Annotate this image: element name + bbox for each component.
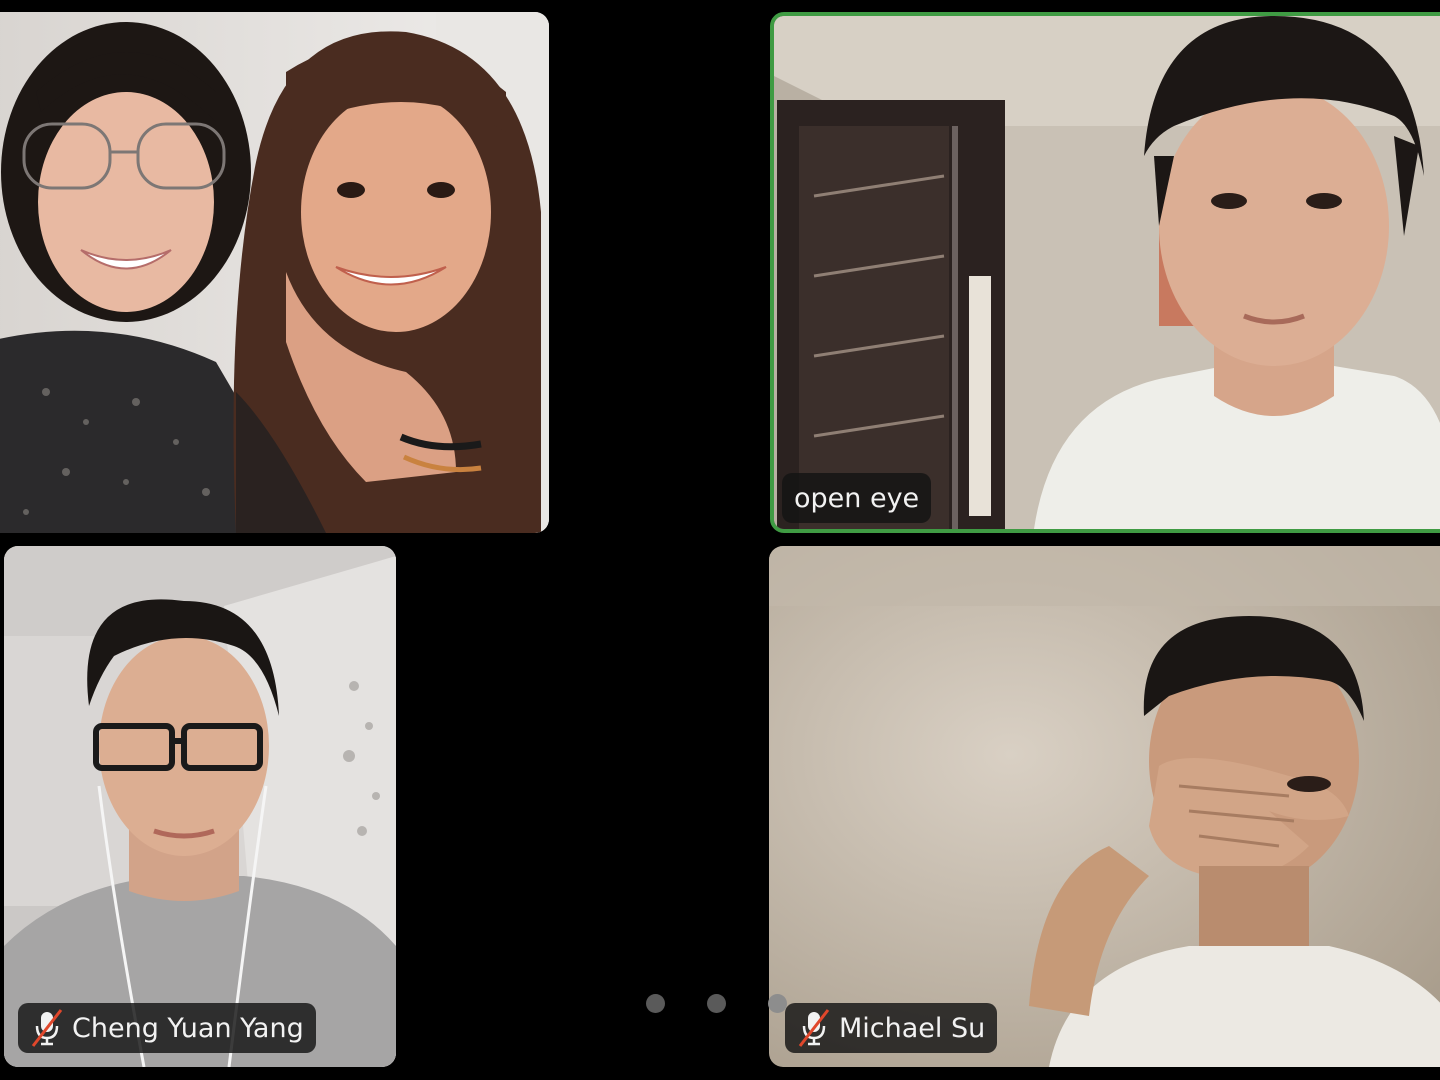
participant-video-tile[interactable]: Cheng Yuan Yang — [4, 546, 396, 1067]
participant-video-feed — [774, 16, 1440, 529]
page-dot-current[interactable] — [768, 994, 787, 1013]
participant-name-label: open eye — [782, 473, 932, 523]
participant-video-feed — [0, 12, 549, 533]
gallery-pagination — [646, 994, 787, 1013]
mic-off-icon — [797, 1008, 831, 1048]
participant-video-feed — [4, 546, 396, 1067]
page-dot[interactable] — [646, 994, 665, 1013]
participant-video-tile[interactable]: Michael Su — [769, 546, 1440, 1067]
participant-name: Michael Su — [839, 1012, 986, 1044]
participant-name: Cheng Yuan Yang — [72, 1012, 304, 1044]
participant-name-label: Cheng Yuan Yang — [18, 1003, 316, 1053]
page-dot[interactable] — [707, 994, 726, 1013]
participant-video-tile[interactable] — [0, 12, 549, 533]
mic-off-icon — [30, 1008, 64, 1048]
video-gallery: open eye Cheng Yuan Yang Michael Su — [0, 0, 1440, 1080]
participant-name: open eye — [794, 482, 920, 514]
participant-name-label: Michael Su — [785, 1003, 998, 1053]
participant-video-tile[interactable]: open eye — [770, 12, 1440, 533]
participant-video-feed — [769, 546, 1440, 1067]
